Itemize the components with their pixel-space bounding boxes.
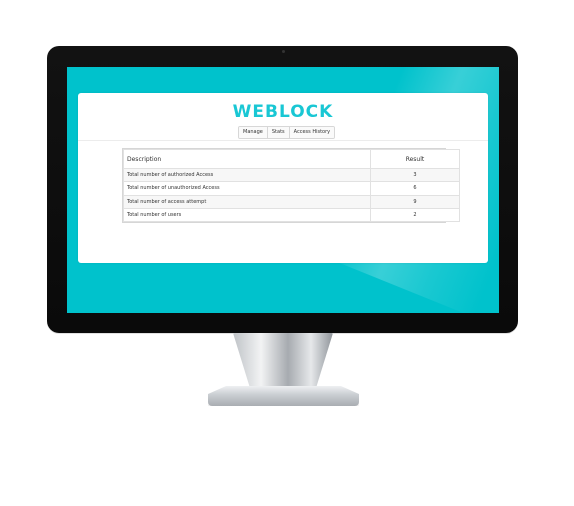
table-row: Total number of access attempt 9 bbox=[123, 194, 460, 209]
table-header-row: Description Result bbox=[123, 149, 460, 169]
table-row: Total number of authorized Access 3 bbox=[123, 167, 460, 183]
monitor-stand-base bbox=[208, 386, 359, 406]
camera-dot bbox=[282, 50, 285, 53]
table-cell-description: Total number of unauthorized Access bbox=[123, 181, 371, 196]
nav-tabs: Manage Stats Access History bbox=[238, 126, 336, 139]
table-cell-description: Total number of authorized Access bbox=[123, 167, 371, 183]
monitor-screen: WEBLOCK Manage Stats Access History Desc… bbox=[67, 67, 499, 313]
table-row: Total number of unauthorized Access 6 bbox=[123, 181, 460, 196]
table-cell-result: 6 bbox=[370, 181, 460, 196]
table-cell-result: 2 bbox=[370, 207, 460, 223]
table-row: Total number of users 2 bbox=[123, 207, 460, 223]
table-cell-result: 3 bbox=[370, 167, 460, 183]
screenshot-stage: WEBLOCK Manage Stats Access History Desc… bbox=[0, 0, 574, 506]
stats-table-container: Description Result Total number of autho… bbox=[122, 148, 460, 223]
app-window: WEBLOCK Manage Stats Access History Desc… bbox=[78, 93, 488, 263]
brand-logo: WEBLOCK bbox=[232, 102, 334, 122]
column-header-description: Description bbox=[123, 149, 371, 169]
table-cell-description: Total number of access attempt bbox=[123, 194, 371, 209]
tab-stats[interactable]: Stats bbox=[267, 127, 290, 138]
tab-access-history[interactable]: Access History bbox=[289, 127, 335, 138]
column-header-result: Result bbox=[370, 149, 460, 169]
table-cell-result: 9 bbox=[370, 194, 460, 209]
header-divider bbox=[78, 140, 488, 141]
tab-manage[interactable]: Manage bbox=[239, 127, 268, 138]
table-cell-description: Total number of users bbox=[123, 207, 371, 223]
stats-table: Description Result Total number of autho… bbox=[123, 149, 460, 223]
